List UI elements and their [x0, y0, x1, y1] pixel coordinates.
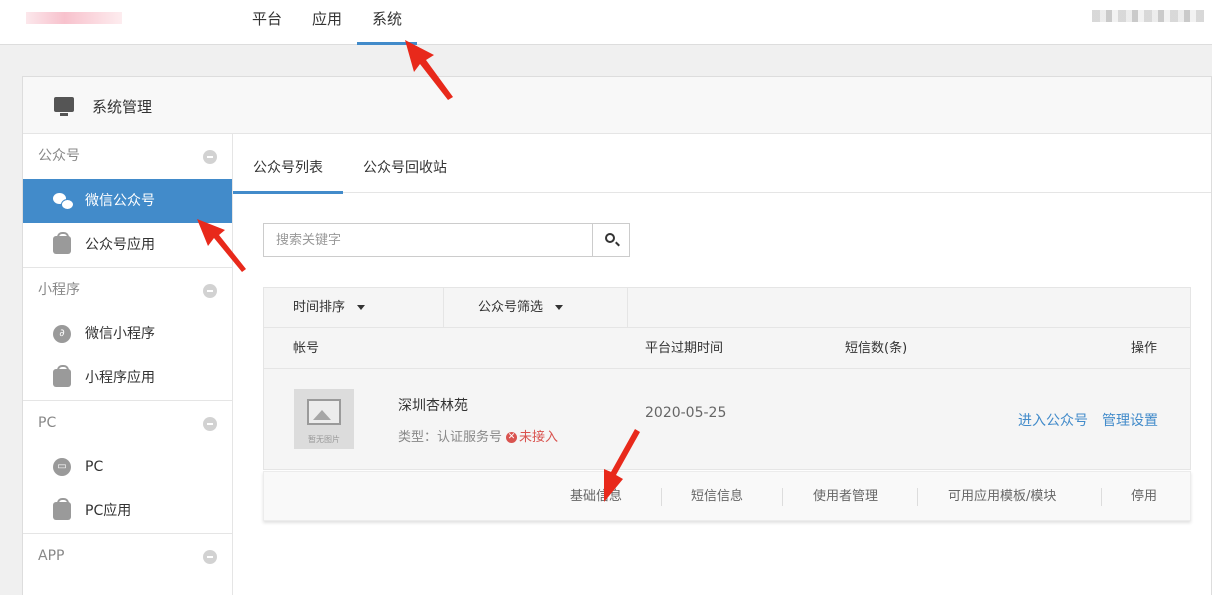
sidebar-section-label: APP — [38, 548, 65, 564]
sidebar-item-pc[interactable]: ▭ PC — [23, 445, 232, 489]
collapse-icon[interactable] — [203, 150, 217, 164]
row-action-bar: 基础信息 短信信息 使用者管理 可用应用模板/模块 停用 — [263, 471, 1191, 521]
top-nav-system[interactable]: 系统 — [357, 0, 418, 45]
sidebar-item-wechat-official[interactable]: 微信公众号 — [23, 179, 232, 223]
user-menu[interactable] — [1092, 10, 1204, 22]
sidebar-item-label: 微信公众号 — [85, 193, 155, 209]
app-bag-icon — [53, 365, 71, 387]
action-sms-info[interactable]: 短信信息 — [691, 472, 743, 522]
error-icon: ✕ — [506, 432, 518, 443]
collapse-icon[interactable] — [203, 417, 217, 431]
top-nav: 平台 应用 系统 — [237, 0, 418, 45]
sidebar-section-official-account[interactable]: 公众号 — [23, 134, 232, 179]
app-bag-icon — [53, 232, 71, 254]
sidebar-item-label: 微信小程序 — [85, 326, 155, 342]
main-content: 公众号列表 公众号回收站 时间排序 公众号筛选 帐号 平台过期时间 短信数(条) — [233, 134, 1211, 595]
sidebar-item-pc-apps[interactable]: PC应用 — [23, 489, 232, 533]
panel-title: 系统管理 — [92, 98, 153, 116]
tab-account-list[interactable]: 公众号列表 — [233, 134, 343, 194]
sidebar-item-label: PC应用 — [85, 503, 132, 519]
top-bar: 平台 应用 系统 — [0, 0, 1212, 45]
column-header-expire: 平台过期时间 — [645, 341, 724, 356]
account-type-value: 认证服务号 — [437, 430, 503, 445]
column-header-ops: 操作 — [1131, 341, 1158, 356]
collapse-icon[interactable] — [203, 284, 217, 298]
search-box — [263, 223, 630, 257]
action-app-templates[interactable]: 可用应用模板/模块 — [948, 472, 1056, 522]
sidebar-section-label: PC — [38, 415, 57, 431]
tab-bar: 公众号列表 公众号回收站 — [233, 134, 1211, 194]
enter-account-link[interactable]: 进入公众号 — [1018, 410, 1088, 430]
sidebar-item-wechat-mini[interactable]: ∂ 微信小程序 — [23, 312, 232, 356]
divider — [782, 488, 783, 506]
table-row: 暂无图片 深圳杏林苑 类型：认证服务号 ✕ 未接入 2020-05-25 进入公众号… — [264, 369, 1190, 469]
app-bag-icon — [53, 498, 71, 520]
collapse-icon[interactable] — [203, 550, 217, 564]
sidebar-section-label: 小程序 — [38, 282, 80, 298]
account-type-label: 类型： — [398, 430, 438, 445]
column-header-account: 帐号 — [293, 341, 320, 356]
account-filter-label: 公众号筛选 — [478, 300, 544, 315]
divider — [1101, 488, 1102, 506]
account-thumbnail: 暂无图片 — [294, 389, 354, 449]
search-button[interactable] — [592, 224, 629, 256]
caret-down-icon — [555, 305, 564, 310]
manage-settings-link[interactable]: 管理设置 — [1102, 410, 1158, 430]
sidebar-section-app[interactable]: APP — [23, 533, 232, 578]
sidebar-item-mini-apps[interactable]: 小程序应用 — [23, 356, 232, 400]
thumbnail-caption: 暂无图片 — [308, 435, 340, 444]
divider — [917, 488, 918, 506]
sidebar: 公众号 微信公众号 公众号应用 小程序 ∂ 微信小程序 小程序应用 PC ▭ P… — [23, 134, 233, 595]
top-nav-apps[interactable]: 应用 — [297, 0, 357, 45]
search-input[interactable] — [264, 224, 593, 256]
account-type: 类型：认证服务号 ✕ 未接入 — [398, 426, 558, 445]
sidebar-item-official-apps[interactable]: 公众号应用 — [23, 223, 232, 267]
pc-icon: ▭ — [53, 458, 71, 476]
mini-program-icon: ∂ — [53, 325, 71, 343]
logo — [26, 12, 122, 24]
sidebar-section-pc[interactable]: PC — [23, 400, 232, 445]
wechat-icon — [53, 192, 74, 210]
action-user-management[interactable]: 使用者管理 — [813, 472, 878, 522]
search-icon — [605, 233, 615, 243]
account-table: 时间排序 公众号筛选 帐号 平台过期时间 短信数(条) 操作 暂无图片 深圳杏林… — [263, 287, 1191, 470]
action-disable[interactable]: 停用 — [1131, 472, 1157, 522]
caret-down-icon — [357, 305, 366, 310]
sidebar-item-label: 公众号应用 — [85, 237, 155, 253]
filter-row: 时间排序 公众号筛选 — [264, 288, 1190, 328]
account-filter-dropdown[interactable]: 公众号筛选 — [444, 288, 628, 328]
image-placeholder-icon — [307, 399, 341, 425]
column-header-sms: 短信数(条) — [845, 341, 908, 356]
table-header: 帐号 平台过期时间 短信数(条) 操作 — [264, 328, 1190, 369]
sort-dropdown[interactable]: 时间排序 — [264, 288, 444, 328]
monitor-icon — [54, 97, 74, 116]
sidebar-section-mini-program[interactable]: 小程序 — [23, 267, 232, 312]
status-badge: 未接入 — [519, 430, 559, 445]
tab-recycle-bin[interactable]: 公众号回收站 — [343, 134, 467, 193]
sidebar-item-label: PC — [85, 459, 104, 475]
sidebar-section-label: 公众号 — [38, 148, 80, 164]
panel-header: 系统管理 — [23, 77, 1211, 134]
divider — [661, 488, 662, 506]
sidebar-item-label: 小程序应用 — [85, 370, 155, 386]
sort-label: 时间排序 — [293, 300, 346, 315]
account-name: 深圳杏林苑 — [398, 398, 468, 414]
expire-date: 2020-05-25 — [645, 405, 727, 421]
action-basic-info[interactable]: 基础信息 — [570, 472, 622, 522]
top-nav-platform[interactable]: 平台 — [237, 0, 297, 45]
